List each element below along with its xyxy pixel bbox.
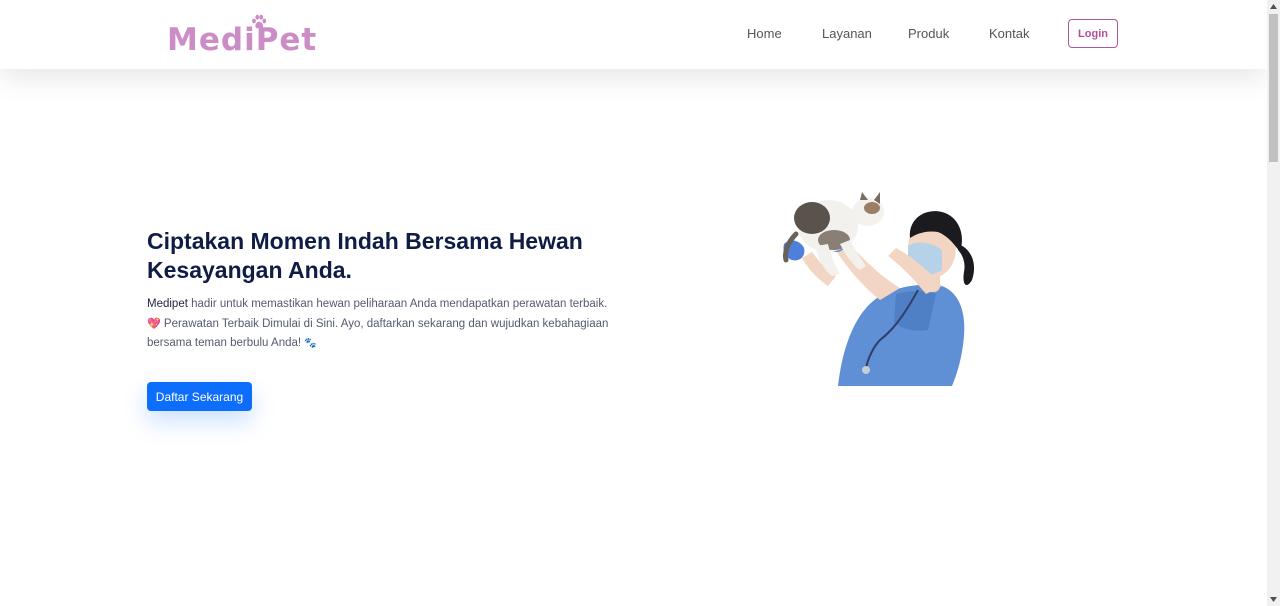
vet-holding-cat-image — [783, 192, 975, 386]
nav-produk-link[interactable]: Produk — [908, 26, 949, 42]
scrollbar-thumb[interactable] — [1269, 14, 1278, 162]
paws-icon: 🐾 — [304, 338, 317, 349]
hero-description-line1: hadir untuk memastikan hewan peliharaan … — [187, 298, 608, 310]
page: MediPet Home Layanan Produk Kontak Login… — [0, 0, 1280, 606]
nav-layanan-link[interactable]: Layanan — [822, 26, 872, 42]
hero-brand-name: Medipet — [147, 298, 188, 310]
scroll-up-arrow-icon[interactable] — [1267, 0, 1280, 13]
hero-title: Ciptakan Momen Indah Bersama Hewan Kesay… — [147, 228, 583, 283]
register-now-button[interactable]: Daftar Sekarang — [147, 382, 252, 411]
heart-icon: 💖 — [147, 317, 161, 330]
scroll-down-arrow-icon[interactable] — [1267, 593, 1280, 606]
hero-description-line2: Perawatan Terbaik Dimulai di Sini. Ayo, … — [147, 317, 609, 350]
nav-home-link[interactable]: Home — [747, 26, 782, 42]
navbar: MediPet Home Layanan Produk Kontak Login — [0, 0, 1267, 69]
nav-kontak-link[interactable]: Kontak — [989, 26, 1029, 42]
login-button[interactable]: Login — [1068, 19, 1118, 48]
hero-description: Medipet hadir untuk memastikan hewan pel… — [147, 295, 617, 354]
vertical-scrollbar[interactable] — [1267, 0, 1280, 606]
